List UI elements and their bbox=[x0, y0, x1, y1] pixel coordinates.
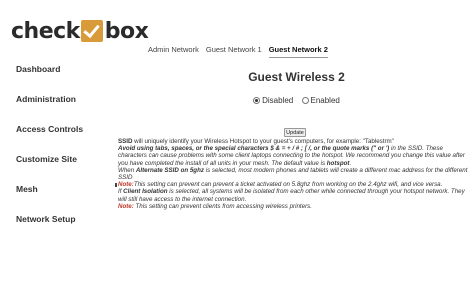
sidebar-item-mesh[interactable]: Mesh bbox=[0, 174, 118, 204]
radio-enabled-label: Enabled bbox=[310, 96, 340, 105]
radio-disabled-label: Disabled bbox=[262, 96, 294, 105]
tab-guest-network-2[interactable]: Guest Network 2 bbox=[268, 45, 328, 58]
help-paragraph-isolation: If Client Isolation is selected, all sys… bbox=[118, 188, 470, 202]
help-default-value: hotspot bbox=[326, 159, 350, 167]
help-note-2-text: This setting can prevent clients from ac… bbox=[133, 202, 312, 210]
tab-admin-network[interactable]: Admin Network bbox=[148, 45, 199, 58]
help-note-2-label: Note: bbox=[118, 202, 134, 210]
help-iso-term: Client Isolation bbox=[123, 188, 168, 196]
help-ssid-text: will uniquely identify your Wireless Hot… bbox=[132, 138, 394, 145]
logo-text-left: check bbox=[11, 18, 80, 44]
sidebar-item-network-setup[interactable]: Network Setup bbox=[0, 204, 118, 234]
help-iso-text: is selected, all systems will be isolate… bbox=[118, 188, 465, 203]
help-ssid-term: SSID bbox=[118, 138, 133, 145]
sidebar: check box Dashboard Administration Acces… bbox=[0, 0, 149, 287]
status-radio-group: Disabled Enabled bbox=[118, 96, 475, 106]
sidebar-item-administration[interactable]: Administration bbox=[0, 84, 118, 114]
sidebar-item-dashboard[interactable]: Dashboard bbox=[0, 54, 118, 84]
help-paragraph-note-1: Note:This setting can prevent can preven… bbox=[118, 181, 470, 188]
help-alt-prefix: When bbox=[118, 166, 136, 174]
help-paragraph-alternate: When Alternate SSID on 5ghz is selected,… bbox=[118, 167, 470, 181]
main-content: Admin Network Guest Network 1 Guest Netw… bbox=[118, 0, 475, 287]
sidebar-item-customize-site[interactable]: Customize Site bbox=[0, 144, 118, 174]
help-paragraph-note-2: Note: This setting can prevent clients f… bbox=[118, 203, 470, 210]
radio-enabled[interactable]: Enabled bbox=[301, 96, 340, 105]
tab-guest-network-1[interactable]: Guest Network 1 bbox=[206, 45, 262, 58]
checkmark-icon bbox=[80, 20, 103, 42]
update-button[interactable]: Update bbox=[284, 128, 306, 137]
sidebar-nav: Dashboard Administration Access Controls… bbox=[0, 52, 118, 234]
help-note-1-text: This setting can prevent can prevent a t… bbox=[133, 181, 443, 189]
help-text: SSID will uniquely identify your Wireles… bbox=[118, 138, 470, 210]
help-avoid-warning: Avoid using tabs, spaces, or the special… bbox=[118, 145, 390, 153]
radio-disabled[interactable]: Disabled bbox=[253, 96, 293, 105]
help-paragraph-avoid: Avoid using tabs, spaces, or the special… bbox=[118, 145, 470, 167]
help-avoid-end: . bbox=[349, 159, 352, 167]
edge-marker bbox=[115, 183, 117, 187]
page-title: Guest Wireless 2 bbox=[248, 70, 345, 84]
help-note-1-label: Note: bbox=[118, 181, 134, 189]
radio-unselected-icon bbox=[301, 97, 309, 104]
radio-selected-icon bbox=[253, 97, 261, 104]
help-alt-term: Alternate SSID on 5ghz bbox=[135, 166, 204, 174]
sidebar-item-access-controls[interactable]: Access Controls bbox=[0, 114, 118, 144]
network-tabs: Admin Network Guest Network 1 Guest Netw… bbox=[148, 45, 328, 58]
help-paragraph-ssid: SSID will uniquely identify your Wireles… bbox=[118, 138, 470, 145]
